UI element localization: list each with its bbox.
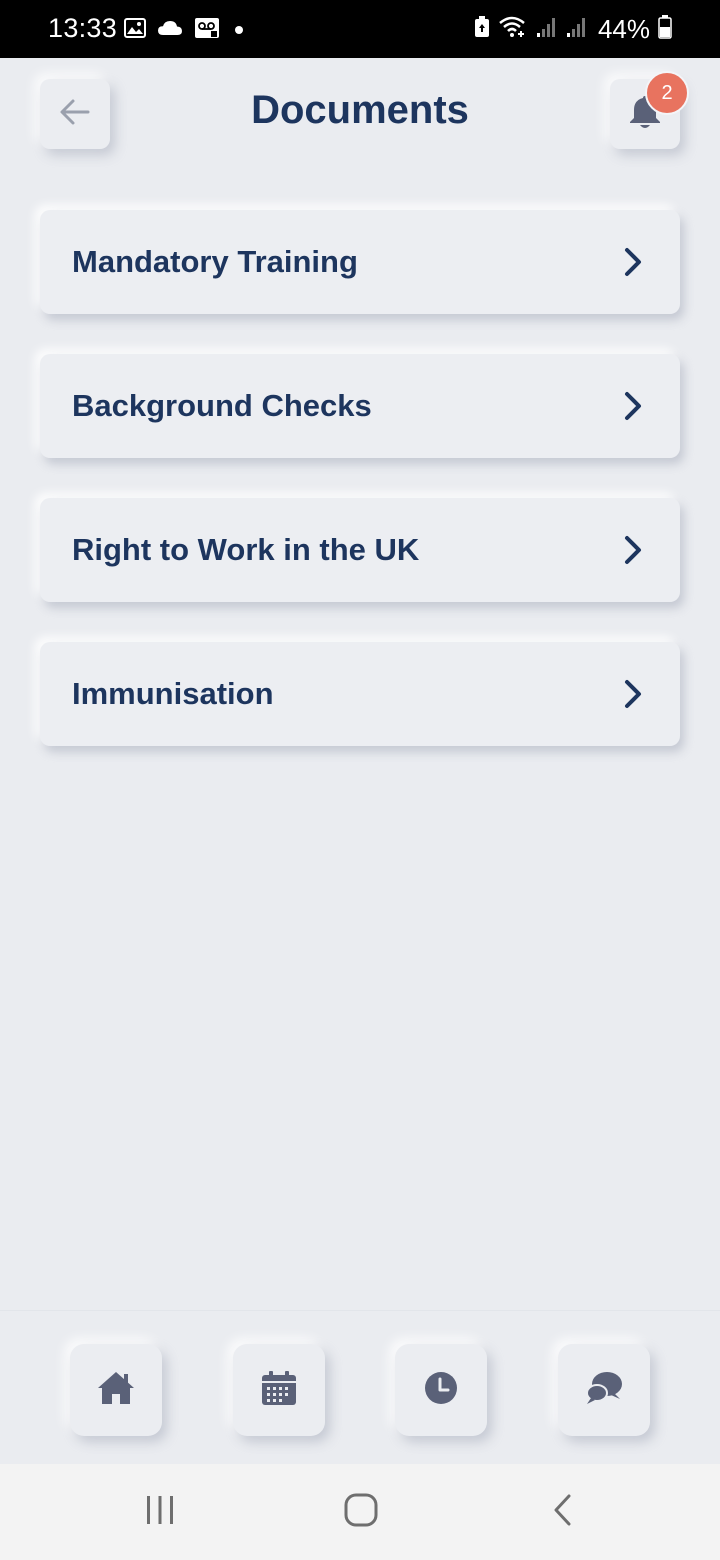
chevron-right-icon (622, 391, 644, 421)
wifi-icon (498, 15, 528, 44)
battery-saver-icon (474, 15, 490, 43)
dot-icon (235, 26, 243, 34)
status-bar: 13:33 44% (0, 0, 720, 58)
calendar-icon (261, 1370, 297, 1411)
menu-item-right-to-work[interactable]: Right to Work in the UK (40, 498, 680, 602)
menu-item-immunisation[interactable]: Immunisation (40, 642, 680, 746)
bottom-nav (0, 1310, 720, 1464)
home-circle-icon (343, 1492, 379, 1533)
chevron-right-icon (622, 679, 644, 709)
nav-chat-button[interactable] (558, 1344, 650, 1436)
arrow-left-icon (59, 98, 91, 131)
battery-icon (658, 14, 672, 44)
chevron-right-icon (622, 535, 644, 565)
menu-item-label: Mandatory Training (72, 244, 358, 279)
recent-apps-icon (144, 1494, 176, 1531)
battery-percent: 44% (597, 13, 650, 44)
back-button[interactable] (40, 79, 110, 149)
back-chevron-icon (551, 1493, 575, 1532)
clock-icon (423, 1370, 459, 1411)
signal-icon (566, 16, 588, 43)
menu-item-label: Immunisation (72, 676, 274, 711)
system-nav-bar (0, 1464, 720, 1560)
home-icon (96, 1370, 136, 1411)
menu-item-mandatory-training[interactable]: Mandatory Training (40, 210, 680, 314)
chevron-right-icon (622, 247, 644, 277)
notification-badge: 2 (645, 71, 689, 115)
nav-home-button[interactable] (70, 1344, 162, 1436)
status-time: 13:33 (48, 13, 118, 43)
signal-icon (536, 16, 558, 43)
system-back-button[interactable] (533, 1490, 593, 1534)
page-title: Documents (251, 88, 469, 132)
nav-clock-button[interactable] (395, 1344, 487, 1436)
chat-icon (584, 1369, 624, 1412)
system-home-button[interactable] (331, 1490, 391, 1534)
voicemail-icon (194, 17, 220, 44)
menu-item-background-checks[interactable]: Background Checks (40, 354, 680, 458)
image-icon (124, 17, 146, 43)
nav-calendar-button[interactable] (233, 1344, 325, 1436)
menu-item-label: Background Checks (72, 388, 372, 423)
menu-item-label: Right to Work in the UK (72, 532, 420, 567)
cloud-icon (157, 19, 183, 42)
recent-apps-button[interactable] (130, 1490, 190, 1534)
